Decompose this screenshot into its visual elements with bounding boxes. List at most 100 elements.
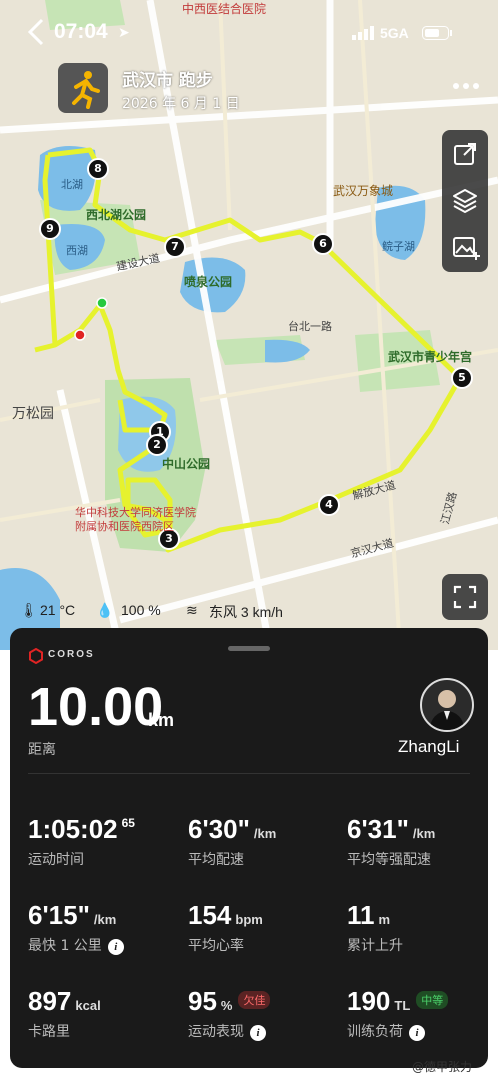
add-photo-button[interactable] <box>442 224 488 270</box>
metric-superscript: 65 <box>121 816 135 830</box>
brand-name: COROS <box>48 649 95 660</box>
metric-label: 卡路里 <box>28 1024 70 1040</box>
metric-unit: bpm <box>235 912 263 927</box>
temperature-value: 21 °C <box>40 602 76 618</box>
distance-unit: km <box>148 710 175 730</box>
status-badge: 中等 <box>416 991 449 1010</box>
metric-unit: /km <box>93 912 117 927</box>
share-icon <box>454 143 476 165</box>
wind-icon: ≋ <box>186 602 198 618</box>
metric-calories: 897 kcal 卡路里 <box>28 986 101 1041</box>
user-name: ZhangLi <box>398 737 460 756</box>
metric-label: 累计上升 <box>347 938 403 954</box>
metric-value: 897 <box>28 986 72 1016</box>
metric-label: 平均配速 <box>188 852 244 868</box>
map-label-zhongshan-park: 中山公园 <box>162 457 211 471</box>
chevron-left-icon <box>27 18 44 46</box>
map-label-west-lake: 西湖 <box>66 244 88 257</box>
metric-label: 最快 1 公里 <box>28 938 102 954</box>
stats-panel: COROS 10.00 km 距离 ZhangLi 1:05:02 65 运动时间… <box>10 628 488 1068</box>
metric-value: 11 <box>347 900 375 930</box>
map-label-taibei-rd: 台北一路 <box>288 320 332 333</box>
km-marker-4[interactable]: 4 <box>318 494 340 516</box>
map-label-wanxiang: 武汉万象城 <box>333 184 394 198</box>
metric-label: 训练负荷 <box>347 1024 403 1040</box>
info-icon[interactable]: i <box>250 1025 266 1041</box>
fullscreen-icon <box>453 585 477 609</box>
location-arrow-icon: ➤ <box>118 24 130 40</box>
metric-avg-heart-rate: 154 bpm 平均心率 <box>188 900 263 955</box>
info-icon[interactable]: i <box>107 939 124 955</box>
share-button[interactable] <box>442 132 488 178</box>
km-marker-2[interactable]: 2 <box>146 434 168 456</box>
status-time: 07:04 <box>54 20 108 43</box>
metric-value: 190 <box>347 986 391 1016</box>
divider <box>28 773 470 774</box>
km-marker-6[interactable]: 6 <box>312 233 334 255</box>
map-label-fountain-park: 喷泉公园 <box>184 275 233 289</box>
layers-icon <box>453 189 477 213</box>
metric-adjusted-pace: 6'31"/km 平均等强配速 <box>347 814 435 869</box>
end-point <box>74 329 86 341</box>
metric-avg-pace: 6'30"/km 平均配速 <box>188 814 276 869</box>
map-toolbar <box>442 130 488 272</box>
activity-title: 武汉市 跑步 <box>122 71 213 91</box>
activity-date: 2026 年 6 月 1 日 <box>122 96 240 112</box>
thermometer-icon: 🌡 <box>20 602 38 618</box>
km-marker-9[interactable]: 9 <box>39 218 61 240</box>
metric-unit: /km <box>412 826 436 841</box>
map-label-guanzi-lake: 鲩子湖 <box>382 240 415 253</box>
network-type: 5GA <box>380 25 409 41</box>
ellipsis-icon <box>453 83 479 89</box>
humidity-icon: 💧 <box>96 602 114 618</box>
more-options-button[interactable] <box>448 74 484 98</box>
metric-unit: m <box>378 912 391 927</box>
distance-label: 距离 <box>28 742 56 758</box>
coros-logo-icon <box>29 647 43 665</box>
wind-value: 东风 3 km/h <box>209 604 283 620</box>
map-label-union-hospital: 华中科技大学同济医学院附属协和医院西院区 <box>75 506 196 533</box>
metric-fastest-km: 6'15"/km 最快 1 公里 i <box>28 900 124 955</box>
metric-unit: kcal <box>75 998 101 1013</box>
metric-label: 运动表现 <box>188 1024 244 1040</box>
status-bar: 07:04 ➤ 5GA <box>0 0 498 60</box>
metric-value: 6'30" <box>188 814 250 844</box>
humidity-value: 100 % <box>121 602 161 618</box>
metric-value: 154 <box>188 900 232 930</box>
metric-unit: TL <box>394 998 411 1013</box>
metric-performance: 95% 欠佳 运动表现 i <box>188 986 271 1041</box>
metric-value: 95 <box>188 986 217 1016</box>
metric-label: 平均等强配速 <box>347 852 431 868</box>
map-label-west-north-lake-park: 西北湖公园 <box>86 208 147 222</box>
info-icon[interactable]: i <box>409 1025 425 1041</box>
map-label-north-lake: 北湖 <box>61 178 83 191</box>
metric-label: 运动时间 <box>28 852 84 868</box>
metric-value: 6'31" <box>347 814 409 844</box>
map-label-wansong: 万松园 <box>12 406 54 422</box>
map-layers-button[interactable] <box>442 178 488 224</box>
metric-elevation-gain: 11 m 累计上升 <box>347 900 403 955</box>
km-marker-8[interactable]: 8 <box>87 158 109 180</box>
metric-unit: /km <box>253 826 277 841</box>
metric-label: 平均心率 <box>188 938 244 954</box>
km-marker-7[interactable]: 7 <box>164 236 186 258</box>
metric-value: 6'15" <box>28 900 90 930</box>
metric-unit: % <box>220 998 233 1013</box>
running-activity-icon <box>58 63 108 113</box>
coros-logo: COROS <box>28 647 93 666</box>
signal-icon <box>352 26 376 40</box>
add-image-icon <box>453 237 480 260</box>
fullscreen-button[interactable] <box>442 574 488 620</box>
distance-value: 10.00 <box>28 677 164 737</box>
metric-duration: 1:05:02 65 运动时间 <box>28 814 135 869</box>
map-label-children-palace: 武汉市青少年宫 <box>388 350 473 364</box>
status-badge: 欠佳 <box>238 991 271 1010</box>
start-point <box>96 297 108 309</box>
back-button[interactable] <box>18 14 54 50</box>
watermark: @德甲张力 <box>412 1060 473 1074</box>
drag-handle[interactable] <box>228 646 270 651</box>
km-marker-5[interactable]: 5 <box>451 367 473 389</box>
metric-training-load: 190 TL 中等 训练负荷 i <box>347 986 449 1041</box>
avatar[interactable] <box>420 678 474 732</box>
battery-icon <box>422 26 452 40</box>
